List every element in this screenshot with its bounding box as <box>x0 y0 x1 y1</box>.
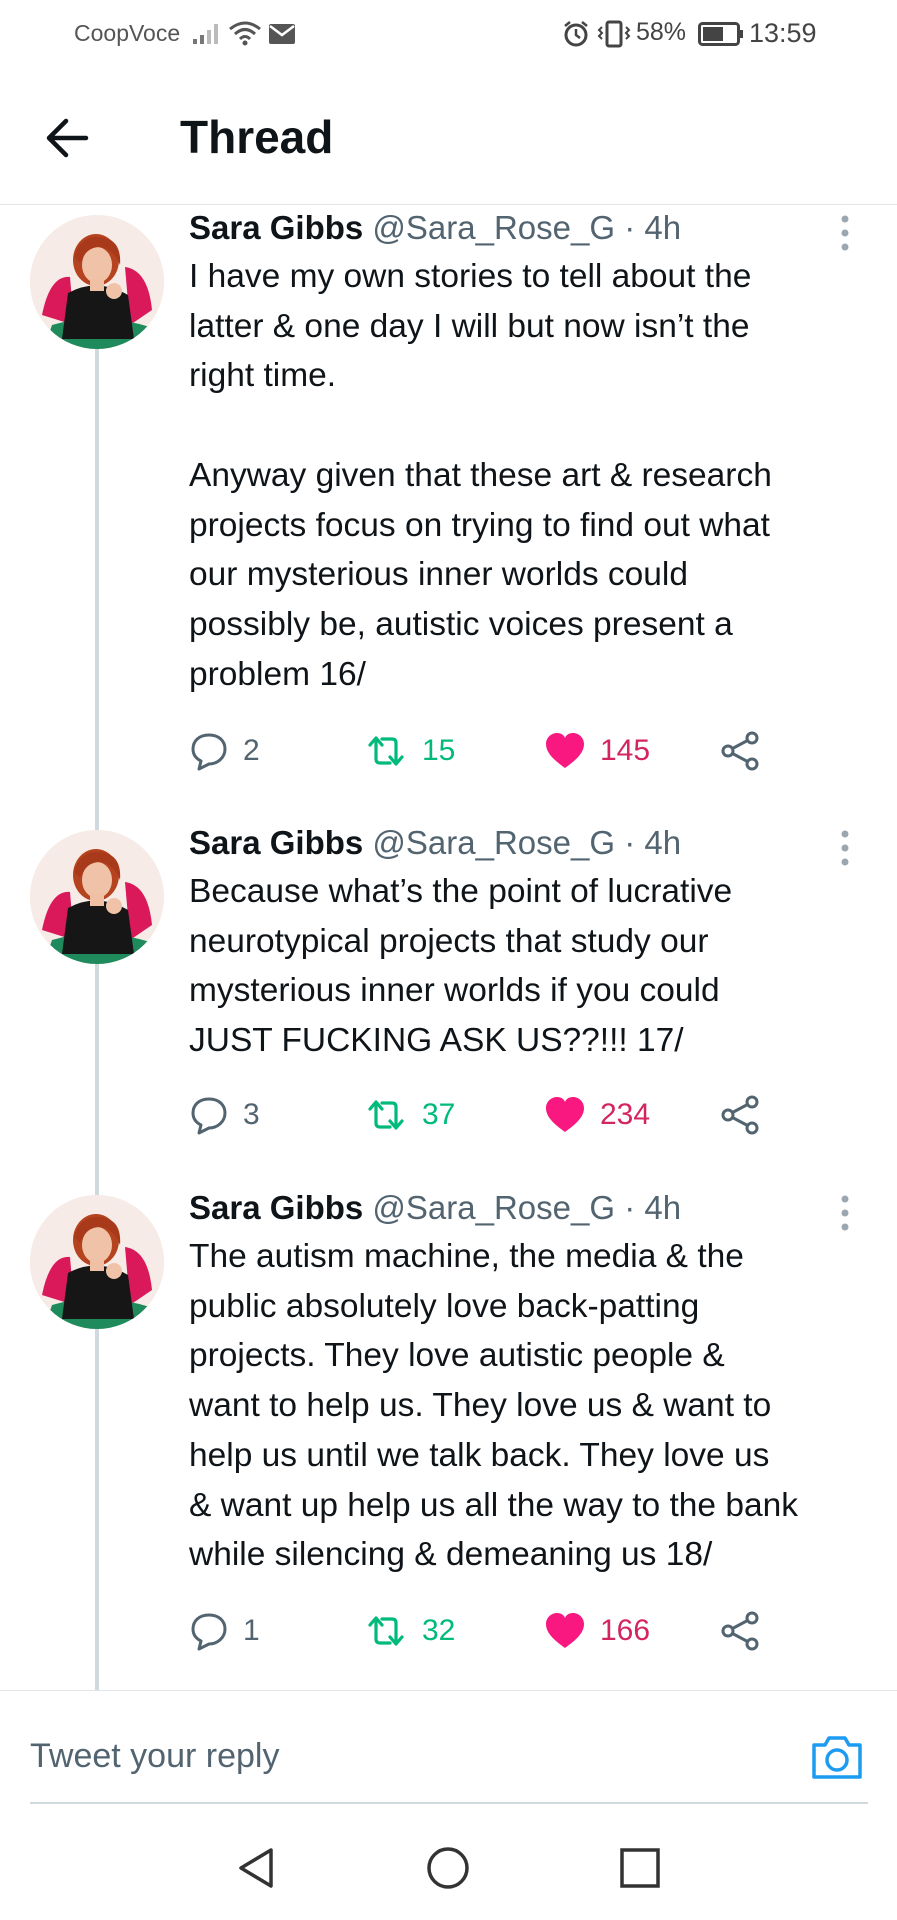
reply-button[interactable]: 3 <box>189 1092 260 1138</box>
more-options-button[interactable] <box>830 828 860 868</box>
retweet-button[interactable]: 15 <box>364 728 455 774</box>
retweet-icon <box>368 736 404 766</box>
reply-button[interactable]: 1 <box>189 1608 260 1654</box>
separator-dot: · <box>624 209 636 246</box>
mail-icon <box>269 24 295 49</box>
author-name[interactable]: Sara Gibbs <box>189 1189 363 1226</box>
share-button[interactable] <box>719 1092 761 1138</box>
retweet-count: 37 <box>422 1098 456 1131</box>
tweet-author-line: Sara Gibbs @Sara_Rose_G · 4h <box>189 822 681 864</box>
navigation-bar <box>0 1815 897 1920</box>
reply-icon <box>191 1097 227 1135</box>
heart-filled-icon <box>546 733 584 768</box>
nav-home-button[interactable] <box>425 1845 471 1896</box>
home-circle-icon <box>427 1847 469 1889</box>
camera-icon <box>812 1736 862 1779</box>
like-count: 234 <box>600 1098 651 1131</box>
vibrate-icon <box>596 20 632 53</box>
thread-connector-line <box>95 340 99 1690</box>
tweet-time: 4h <box>644 1189 682 1226</box>
back-triangle-icon <box>239 1848 273 1888</box>
reply-underline <box>30 1802 868 1804</box>
retweet-button[interactable]: 37 <box>364 1092 455 1138</box>
like-count: 145 <box>600 734 651 767</box>
status-bar: CoopVoce 58% 13:59 <box>0 0 897 70</box>
more-options-button[interactable] <box>830 1193 860 1233</box>
tweet-text: Because what’s the point of lucrative ne… <box>189 873 733 1060</box>
battery-icon <box>698 22 744 51</box>
signal-icon <box>193 22 223 49</box>
reply-input[interactable] <box>30 1731 770 1781</box>
header: Thread <box>0 70 897 205</box>
more-vertical-icon <box>841 215 849 251</box>
avatar[interactable] <box>30 830 164 964</box>
heart-filled-icon <box>546 1097 584 1132</box>
reply-bar <box>0 1690 897 1806</box>
author-handle[interactable]: @Sara_Rose_G <box>372 824 615 861</box>
reply-count: 3 <box>243 1098 260 1131</box>
tweet-actions: 1 32 166 <box>189 1608 829 1654</box>
avatar[interactable] <box>30 1195 164 1329</box>
more-options-button[interactable] <box>830 213 860 253</box>
retweet-count: 32 <box>422 1614 456 1647</box>
tweet-time: 4h <box>644 209 682 246</box>
reply-count: 1 <box>243 1614 260 1647</box>
nav-recents-button[interactable] <box>617 1845 663 1896</box>
retweet-icon <box>368 1100 404 1130</box>
like-button[interactable]: 145 <box>544 728 650 774</box>
alarm-icon <box>562 20 590 53</box>
author-name[interactable]: Sara Gibbs <box>189 209 363 246</box>
recents-square-icon <box>620 1848 660 1888</box>
share-button[interactable] <box>719 1608 761 1654</box>
separator-dot: · <box>624 824 636 861</box>
author-name[interactable]: Sara Gibbs <box>189 824 363 861</box>
like-count: 166 <box>600 1614 651 1647</box>
reply-count: 2 <box>243 734 260 767</box>
tweet-actions: 2 15 145 <box>189 728 829 774</box>
share-button[interactable] <box>719 728 761 774</box>
camera-button[interactable] <box>810 1733 864 1786</box>
heart-filled-icon <box>546 1613 584 1648</box>
more-vertical-icon <box>841 830 849 866</box>
tweet-author-line: Sara Gibbs @Sara_Rose_G · 4h <box>189 1187 681 1229</box>
like-button[interactable]: 234 <box>544 1092 650 1138</box>
nav-back-button[interactable] <box>233 1845 279 1896</box>
carrier-label: CoopVoce <box>74 20 181 46</box>
more-vertical-icon <box>841 1195 849 1231</box>
back-button[interactable] <box>40 110 96 166</box>
tweet-text: I have my own stories to tell about the … <box>189 258 772 693</box>
like-button[interactable]: 166 <box>544 1608 650 1654</box>
tweet-text: The autism machine, the media & the publ… <box>189 1238 798 1574</box>
page-title: Thread <box>180 111 334 163</box>
battery-percent: 58% <box>636 18 687 46</box>
retweet-icon <box>368 1616 404 1646</box>
tweet-author-line: Sara Gibbs @Sara_Rose_G · 4h <box>189 207 681 249</box>
avatar[interactable] <box>30 215 164 349</box>
share-icon <box>721 1095 759 1135</box>
tweet-actions: 3 37 234 <box>189 1092 829 1138</box>
separator-dot: · <box>624 1189 636 1226</box>
share-icon <box>721 1611 759 1651</box>
retweet-button[interactable]: 32 <box>364 1608 455 1654</box>
clock: 13:59 <box>749 18 817 48</box>
tweet-time: 4h <box>644 824 682 861</box>
share-icon <box>721 731 759 771</box>
wifi-icon <box>228 20 262 51</box>
reply-icon <box>191 1613 227 1651</box>
reply-button[interactable]: 2 <box>189 728 260 774</box>
reply-icon <box>191 733 227 771</box>
author-handle[interactable]: @Sara_Rose_G <box>372 1189 615 1226</box>
author-handle[interactable]: @Sara_Rose_G <box>372 209 615 246</box>
retweet-count: 15 <box>422 734 456 767</box>
arrow-left-icon <box>46 118 89 158</box>
